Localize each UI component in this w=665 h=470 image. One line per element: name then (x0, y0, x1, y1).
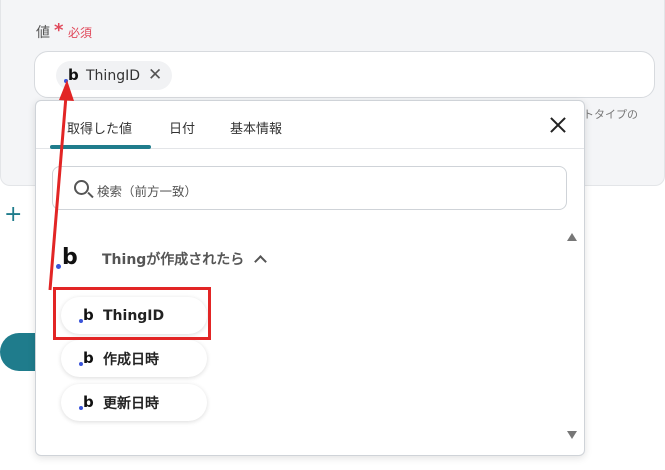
annotation-arrow (48, 80, 74, 291)
